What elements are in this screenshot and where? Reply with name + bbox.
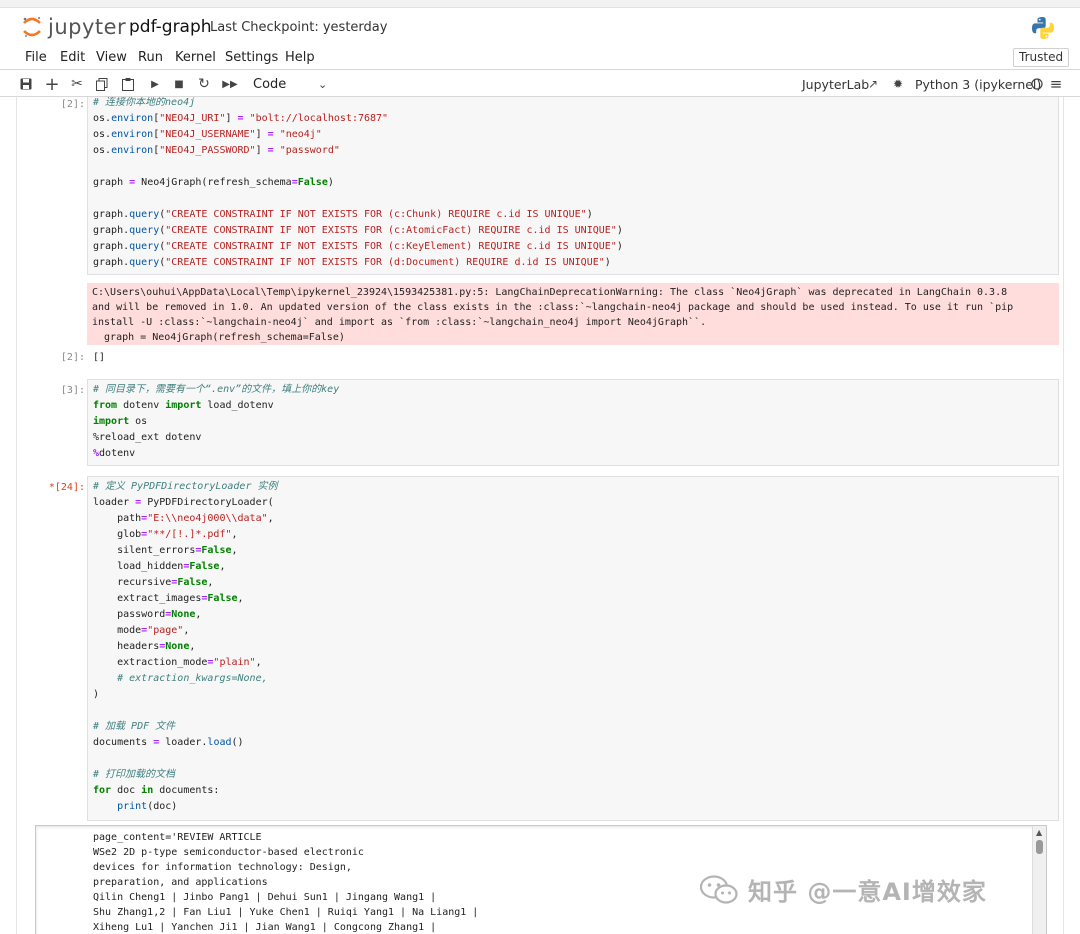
- run-icon[interactable]: ▶: [146, 75, 164, 93]
- code-editor[interactable]: # 连接你本地的neo4j os.environ["NEO4J_URI"] = …: [88, 97, 1058, 271]
- watermark-text: 知乎 @一意AI增效家: [748, 878, 987, 906]
- cell-input-prompt: [3]:: [60, 385, 85, 396]
- menu-hamburger-icon[interactable]: ≡: [1047, 75, 1065, 93]
- restart-icon[interactable]: ↻: [195, 75, 213, 93]
- notebook-header: jupyter pdf-graph Last Checkpoint: yeste…: [0, 8, 1080, 46]
- menu-bar: File Edit View Run Kernel Settings Help …: [0, 46, 1080, 70]
- notebook-toolbar: + ✂ ▶ ■ ↻ ▶▶ Code ⌄ JupyterLab ↗ ✹ Pytho…: [0, 71, 1080, 97]
- code-editor[interactable]: # 定义 PyPDFDirectoryLoader 实例 loader = Py…: [88, 477, 1058, 815]
- stdout-line: Xiheng Lu1 | Yanchen Ji1 | Jian Wang1 | …: [93, 922, 437, 933]
- notebook-title[interactable]: pdf-graph: [129, 17, 212, 37]
- stderr-line: and will be removed in 1.0. An updated v…: [92, 302, 1014, 313]
- menu-kernel[interactable]: Kernel: [175, 50, 216, 65]
- watermark: 知乎 @一意AI增效家: [700, 872, 987, 907]
- cell-input-prompt: *[24]:: [48, 482, 85, 493]
- cell-output-prompt: [2]:: [60, 352, 85, 363]
- menu-run[interactable]: Run: [138, 50, 163, 65]
- stop-icon[interactable]: ■: [170, 75, 188, 93]
- jupyter-wordmark: jupyter: [48, 15, 127, 39]
- cut-icon[interactable]: ✂: [68, 75, 86, 93]
- jupyter-logo[interactable]: jupyter: [22, 14, 126, 40]
- stderr-line: install -U :class:`~langchain-neo4j` and…: [92, 317, 707, 328]
- fast-forward-icon[interactable]: ▶▶: [221, 75, 239, 93]
- copy-icon[interactable]: [93, 75, 111, 93]
- code-cell[interactable]: # 定义 PyPDFDirectoryLoader 实例 loader = Py…: [87, 476, 1059, 821]
- last-checkpoint-text: Last Checkpoint: yesterday: [210, 20, 388, 35]
- add-cell-icon[interactable]: +: [43, 74, 61, 95]
- kernel-debug-icon[interactable]: ✹: [889, 75, 907, 93]
- cell-type-select[interactable]: Code: [253, 77, 286, 92]
- kernel-status-icon: [1028, 75, 1046, 93]
- trusted-badge[interactable]: Trusted: [1013, 48, 1070, 67]
- menu-file[interactable]: File: [25, 50, 47, 65]
- stderr-line: graph = Neo4jGraph(refresh_schema=False): [92, 332, 345, 343]
- python-logo-icon: [1032, 17, 1054, 39]
- stderr-output: C:\Users\ouhui\AppData\Local\Temp\ipyker…: [87, 283, 1059, 345]
- stderr-line: C:\Users\ouhui\AppData\Local\Temp\ipyker…: [92, 287, 1008, 298]
- code-cell[interactable]: # 连接你本地的neo4j os.environ["NEO4J_URI"] = …: [87, 97, 1059, 275]
- stdout-line: page_content='REVIEW ARTICLE: [93, 832, 262, 843]
- paste-icon[interactable]: [119, 75, 137, 93]
- code-cell[interactable]: # 同目录下，需要有一个“.env”的文件，填上你的key from doten…: [87, 379, 1059, 466]
- jupyter-logo-icon: [23, 17, 41, 38]
- browser-top-strip: [0, 0, 1080, 8]
- vertical-scrollbar[interactable]: ▲: [1032, 826, 1046, 934]
- jupyterlab-link[interactable]: JupyterLab: [802, 77, 869, 92]
- external-link-icon[interactable]: ↗: [864, 75, 882, 93]
- menu-edit[interactable]: Edit: [60, 50, 85, 65]
- chevron-down-icon[interactable]: ⌄: [318, 78, 327, 91]
- scrollbar-thumb[interactable]: [1036, 840, 1043, 854]
- cell-input-prompt: [2]:: [60, 99, 85, 110]
- notebook-panel: [2]: # 连接你本地的neo4j os.environ["NEO4J_URI…: [16, 97, 1064, 934]
- menu-settings[interactable]: Settings: [225, 50, 278, 65]
- cell-output-value: []: [93, 352, 106, 363]
- menu-view[interactable]: View: [96, 50, 127, 65]
- code-editor[interactable]: # 同目录下，需要有一个“.env”的文件，填上你的key from doten…: [88, 380, 1058, 462]
- save-icon[interactable]: [17, 75, 35, 93]
- scroll-up-icon[interactable]: ▲: [1036, 828, 1042, 837]
- kernel-name[interactable]: Python 3 (ipykernel): [915, 77, 1041, 92]
- stdout-line: Shu Zhang1,2 | Fan Liu1 | Yuke Chen1 | R…: [93, 907, 479, 918]
- stdout-line: WSe2 2D p-type semiconductor-based elect…: [93, 847, 364, 858]
- menu-help[interactable]: Help: [285, 50, 315, 65]
- wechat-icon: [700, 874, 738, 904]
